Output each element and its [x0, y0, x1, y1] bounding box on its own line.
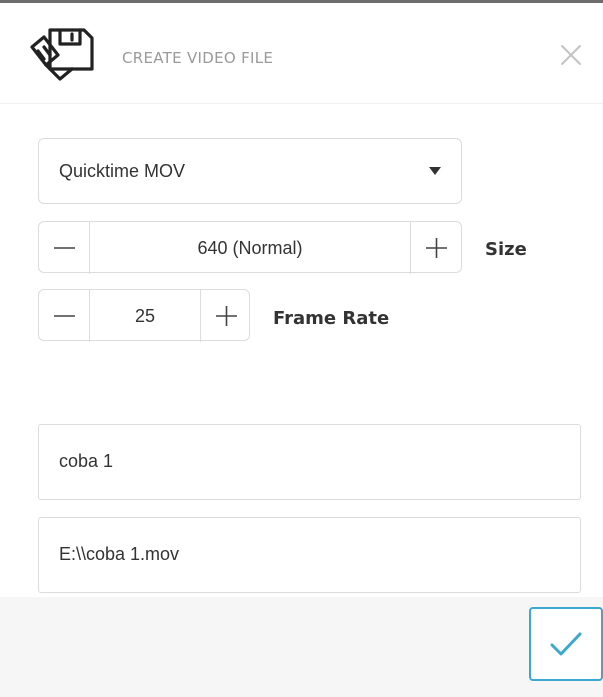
size-decrement-button[interactable] [39, 222, 91, 274]
file-path-field[interactable]: E:\\coba 1.mov [38, 517, 581, 593]
frame-rate-decrement-button[interactable] [39, 290, 91, 342]
frame-rate-value[interactable]: 25 [89, 290, 201, 342]
file-name-value: coba 1 [59, 451, 114, 471]
size-value[interactable]: 640 (Normal) [89, 222, 411, 274]
close-icon[interactable] [559, 43, 583, 67]
dialog-header: CREATE VIDEO FILE [0, 3, 603, 104]
format-select-value: Quicktime MOV [59, 161, 186, 181]
frame-rate-increment-button[interactable] [201, 290, 253, 342]
frame-rate-stepper: 25 [38, 289, 253, 342]
size-label: Size [485, 239, 527, 260]
format-select[interactable]: Quicktime MOV [38, 138, 462, 204]
size-stepper: 640 (Normal) [38, 221, 463, 274]
confirm-button[interactable] [529, 607, 603, 681]
file-name-field[interactable]: coba 1 [38, 424, 581, 500]
save-video-icon [24, 25, 96, 87]
dialog-footer [0, 597, 603, 697]
chevron-down-icon [429, 167, 441, 175]
dialog-title: CREATE VIDEO FILE [122, 49, 274, 67]
size-increment-button[interactable] [411, 222, 463, 274]
file-path-value: E:\\coba 1.mov [59, 544, 180, 564]
frame-rate-label: Frame Rate [273, 308, 390, 329]
